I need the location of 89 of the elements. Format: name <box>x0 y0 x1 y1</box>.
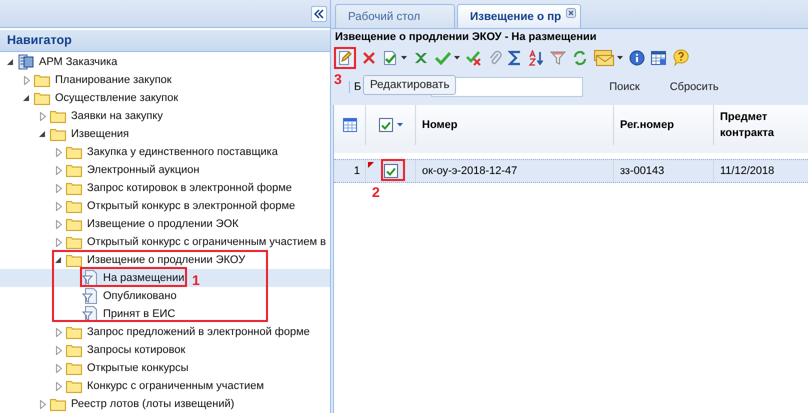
edit-button[interactable] <box>334 47 356 69</box>
column-header[interactable]: Номер <box>416 105 614 145</box>
tooltip: Редактировать <box>363 75 456 95</box>
table-icon[interactable] <box>651 50 667 66</box>
folder-icon <box>50 109 66 123</box>
callout-number: 3 <box>334 71 342 87</box>
expand-triangle-icon <box>40 400 46 408</box>
filter-document-icon <box>82 306 98 322</box>
tree-item[interactable]: Планирование закупок <box>0 71 330 89</box>
expand-triangle-icon <box>40 112 46 120</box>
tab[interactable]: Рабочий стол <box>335 4 455 28</box>
check-icon[interactable] <box>435 51 451 65</box>
filter-document-icon <box>82 288 98 304</box>
folder-icon <box>66 199 82 213</box>
collapse-triangle-icon <box>55 256 62 264</box>
folder-icon <box>66 181 82 195</box>
tree-item[interactable]: Заявки на закупку <box>0 107 330 125</box>
folder-icon <box>50 397 66 411</box>
tree-item[interactable]: Открытые конкурсы <box>0 359 330 377</box>
delete-icon[interactable] <box>362 51 376 65</box>
tree-item[interactable]: Запросы котировок <box>0 341 330 359</box>
tree-item[interactable]: Закупка у единственного поставщика <box>0 143 330 161</box>
sort-icon[interactable] <box>528 50 544 66</box>
folder-icon <box>66 379 82 393</box>
check-cross-icon[interactable] <box>466 50 482 66</box>
column-chooser-icon[interactable] <box>342 118 356 132</box>
search-button[interactable]: Поиск <box>599 81 660 93</box>
refresh-icon[interactable] <box>572 50 588 66</box>
column-header[interactable]: Предмет контракта <box>714 105 804 145</box>
dropdown-caret-icon[interactable] <box>401 56 407 60</box>
navigator-title: Навигатор <box>0 30 330 52</box>
folder-icon <box>66 217 82 231</box>
computer-icon <box>18 54 34 70</box>
row-number: 1 <box>354 165 360 177</box>
folder-icon <box>66 253 82 267</box>
folder-icon <box>66 361 82 375</box>
spreadsheet-icon[interactable] <box>413 50 429 66</box>
tree-item[interactable]: Опубликовано <box>0 287 330 305</box>
table-cell: ок-оу-э-2018-12-47 <box>422 165 518 177</box>
sigma-icon[interactable] <box>508 50 522 66</box>
expand-triangle-icon <box>24 76 30 84</box>
search-label: Б <box>349 81 362 93</box>
help-icon[interactable] <box>673 49 689 67</box>
tree-item[interactable]: Извещение о продлении ЭОК <box>0 215 330 233</box>
tree-item[interactable]: АРМ Заказчика <box>0 53 330 71</box>
close-icon <box>566 8 576 18</box>
tree-item[interactable]: Принят в ЕИС <box>0 305 330 323</box>
folder-icon <box>34 91 50 105</box>
edit-icon <box>337 50 353 66</box>
document-check-icon[interactable] <box>382 50 398 66</box>
folder-icon <box>50 127 66 141</box>
tree-item[interactable]: Запрос котировок в электронной форме <box>0 179 330 197</box>
callout-number: 2 <box>372 184 380 200</box>
search-button[interactable]: Сбросить <box>660 81 739 93</box>
tree-item[interactable]: Открытый конкурс с ограниченным участием в <box>0 233 330 251</box>
collapse-button[interactable] <box>311 6 327 22</box>
select-all-checkbox[interactable] <box>378 118 392 132</box>
tree-item[interactable]: Извещения <box>0 125 330 143</box>
collapse-triangle-icon <box>39 130 46 138</box>
tree-item[interactable]: Извещение о продлении ЭКОУ <box>0 251 330 269</box>
folder-icon <box>66 145 82 159</box>
row-checkbox[interactable] <box>384 164 398 178</box>
funnel-icon[interactable] <box>550 50 566 66</box>
dropdown-caret-icon[interactable] <box>396 123 402 127</box>
table-cell: 11/12/2018 <box>720 165 774 177</box>
filter-document-icon <box>82 270 98 286</box>
callout-number: 1 <box>192 272 200 288</box>
annotation-frame <box>381 159 405 181</box>
collapse-triangle-icon <box>23 94 30 102</box>
folder-icon <box>66 235 82 249</box>
tree-item[interactable]: Конкурс с ограниченным участием <box>0 377 330 395</box>
folder-icon <box>34 73 50 87</box>
column-header[interactable]: Рег.номер <box>614 105 714 145</box>
paperclip-icon[interactable] <box>488 50 502 66</box>
dropdown-caret-icon[interactable] <box>617 56 623 60</box>
double-chevron-icon <box>314 8 324 18</box>
tab[interactable]: Извещение о пр <box>457 4 581 28</box>
dropdown-caret-icon[interactable] <box>454 56 460 60</box>
tree-item[interactable]: Осуществление закупок <box>0 89 330 107</box>
tree-item[interactable]: Электронный аукцион <box>0 161 330 179</box>
folder-icon <box>66 325 82 339</box>
tree-item[interactable]: Реестр лотов (лоты извещений) <box>0 395 330 413</box>
folder-icon <box>66 343 82 357</box>
collapse-triangle-icon <box>7 58 14 66</box>
table-cell: зз-00143 <box>620 165 664 177</box>
folder-icon <box>66 163 82 177</box>
info-icon[interactable] <box>629 50 645 66</box>
tree-item[interactable]: Открытый конкурс в электронной форме <box>0 197 330 215</box>
tree-item[interactable]: Запрос предложений в электронной форме <box>0 323 330 341</box>
